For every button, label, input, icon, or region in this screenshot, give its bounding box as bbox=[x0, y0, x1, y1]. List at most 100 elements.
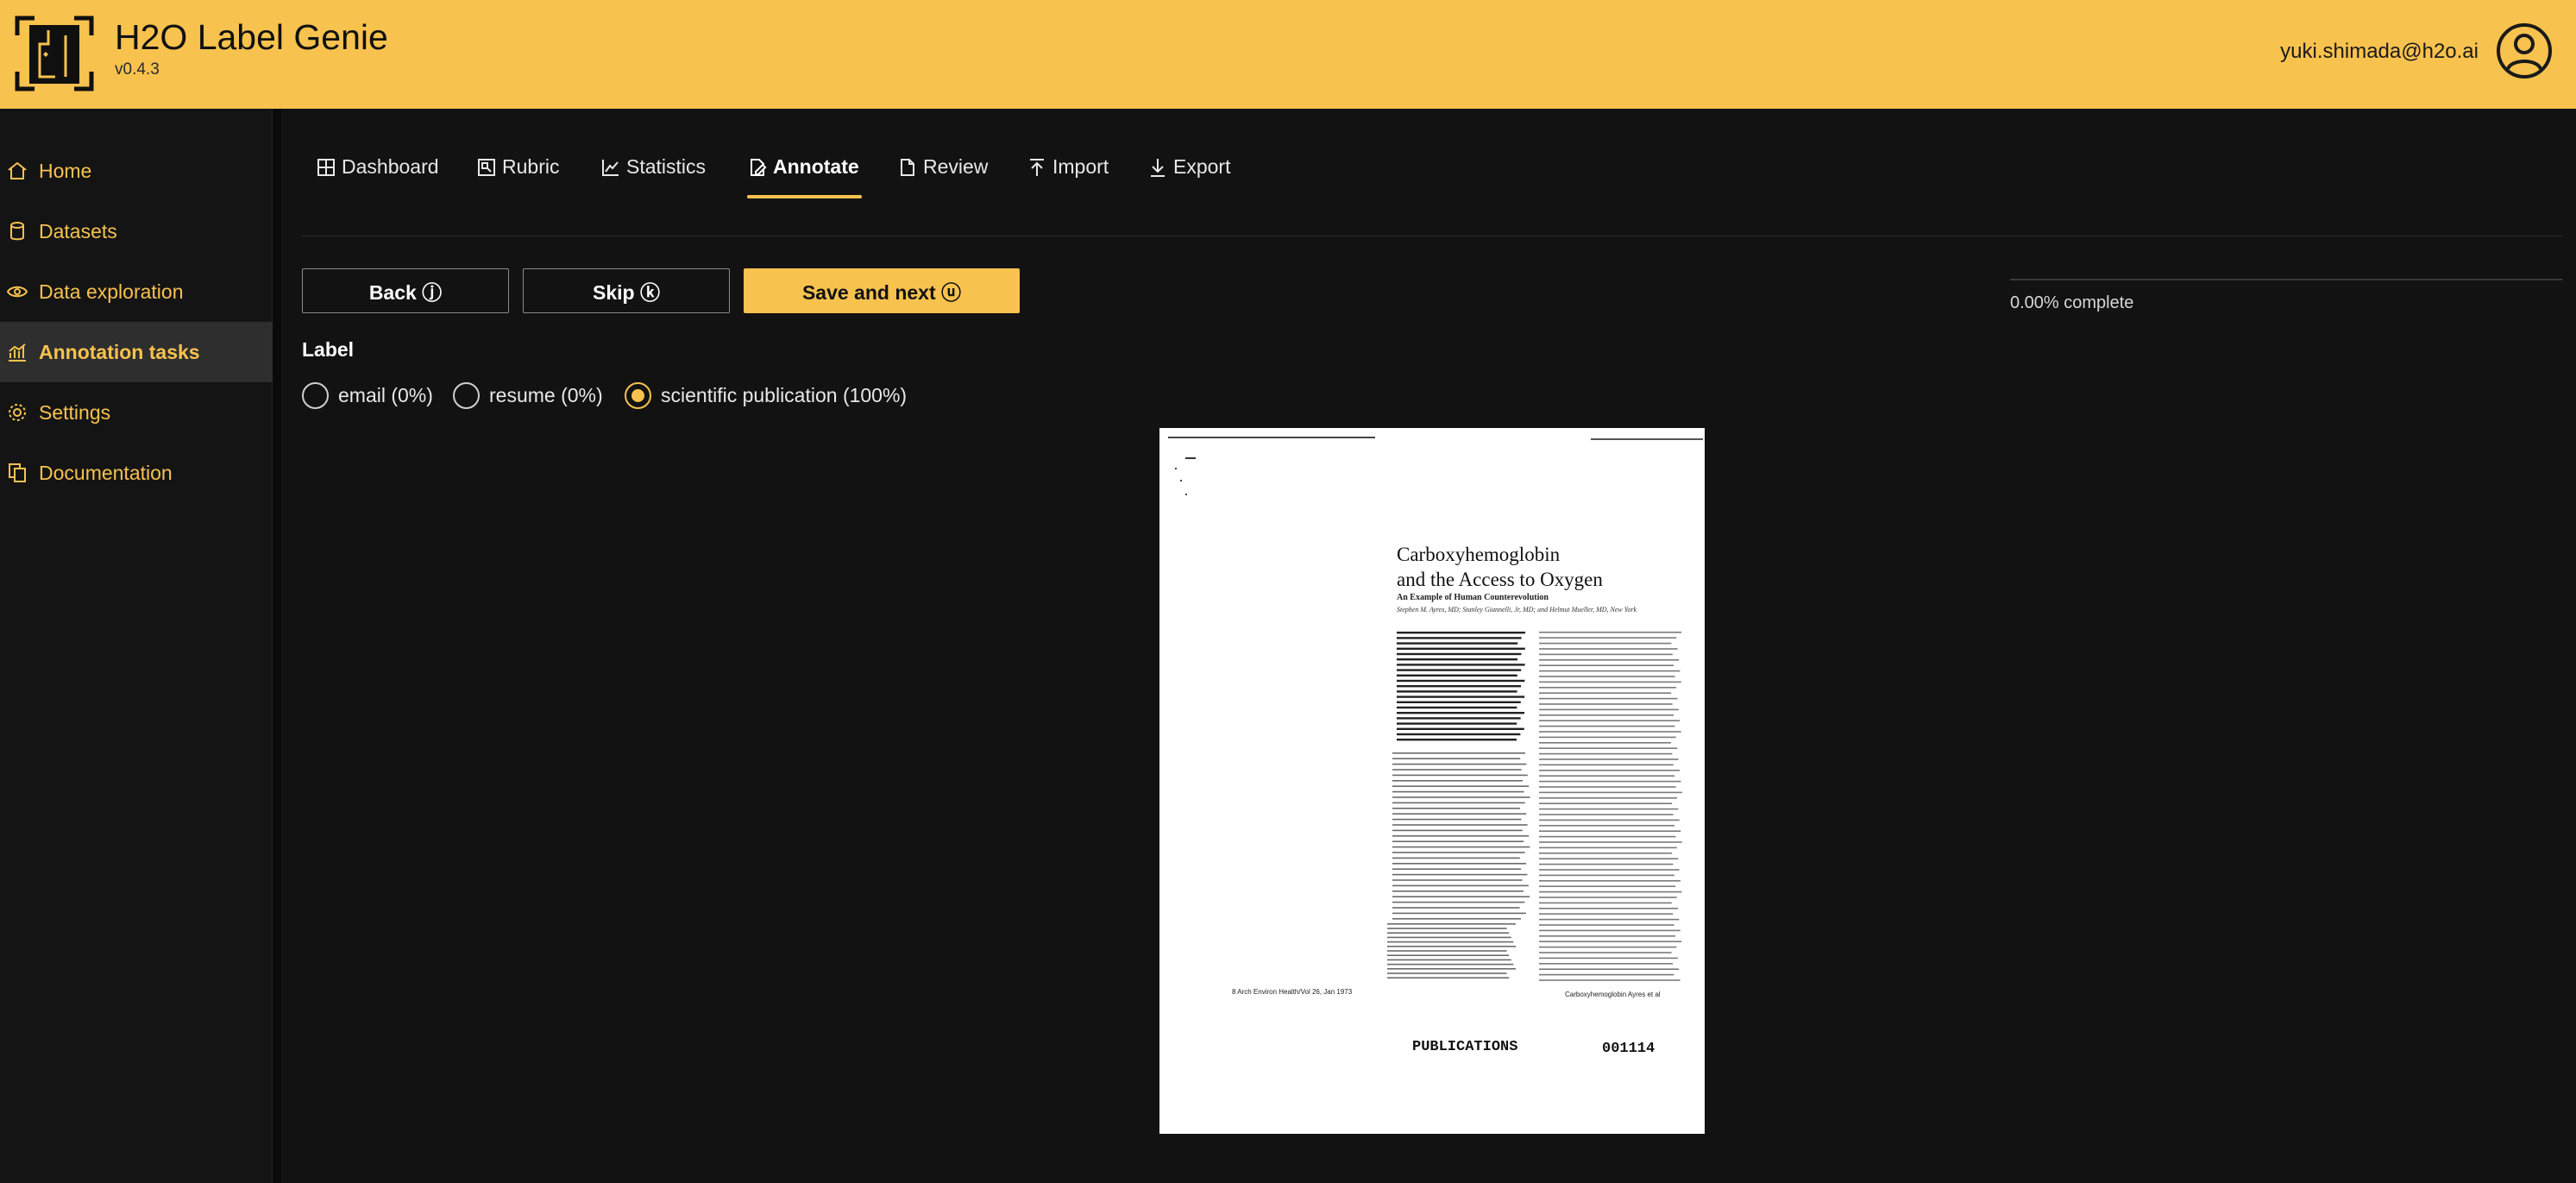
sidebar-item-label: Settings bbox=[39, 400, 111, 424]
save-and-next-button[interactable]: Save and next ⓤ bbox=[744, 268, 1020, 313]
document-text-line bbox=[1539, 648, 1678, 650]
radio-circle[interactable] bbox=[625, 381, 651, 409]
document-text-line bbox=[1392, 802, 1525, 804]
document-text-line bbox=[1387, 928, 1507, 929]
document-text-line bbox=[1392, 769, 1522, 771]
tab-label: Import bbox=[1052, 155, 1109, 178]
document-stamp-publications: PUBLICATIONS bbox=[1412, 1039, 1518, 1055]
skip-button[interactable]: Skip ⓚ bbox=[523, 268, 730, 313]
app-header: H2O Label Genie v0.4.3 yuki.shimada@h2o.… bbox=[0, 0, 2576, 109]
document-text-line bbox=[1539, 897, 1677, 898]
document-text-line bbox=[1392, 890, 1524, 892]
back-button[interactable]: Back ⓙ bbox=[302, 268, 509, 313]
document-text-line bbox=[1397, 695, 1525, 698]
document-text-line bbox=[1539, 731, 1681, 733]
sidebar-item-data-exploration[interactable]: Data exploration bbox=[0, 261, 273, 322]
tab-import[interactable]: Import bbox=[1027, 155, 1109, 200]
document-text-line bbox=[1392, 846, 1530, 848]
document-text-line bbox=[1539, 973, 1674, 976]
radio-resume[interactable]: resume (0%) bbox=[453, 381, 603, 409]
document-text-line bbox=[1539, 764, 1674, 766]
radio-email[interactable]: email (0%) bbox=[302, 381, 433, 409]
document-text-line bbox=[1539, 957, 1678, 960]
document-text-line bbox=[1397, 733, 1521, 736]
gear-icon bbox=[6, 401, 28, 424]
tab-dashboard[interactable]: Dashboard bbox=[316, 155, 439, 200]
tab-rubric[interactable]: Rubric bbox=[476, 155, 559, 200]
document-text-line bbox=[1539, 670, 1681, 672]
progress-bar bbox=[2010, 279, 2562, 280]
sidebar-item-annotation-tasks[interactable]: Annotation tasks bbox=[0, 322, 273, 382]
sidebar-item-settings[interactable]: Settings bbox=[0, 382, 273, 443]
sidebar-item-datasets[interactable]: Datasets bbox=[0, 201, 273, 261]
document-text-line bbox=[1392, 752, 1525, 754]
tab-annotate[interactable]: Annotate bbox=[747, 155, 859, 200]
document-text-line bbox=[1539, 853, 1672, 854]
document-text-line bbox=[1392, 796, 1530, 798]
document-text-line bbox=[1539, 637, 1677, 639]
document-text-line bbox=[1392, 785, 1530, 787]
h2o-logo-icon[interactable] bbox=[14, 15, 95, 92]
document-text-line bbox=[1539, 968, 1680, 970]
document-text-line bbox=[1539, 780, 1681, 783]
radio-label: email (0%) bbox=[338, 383, 433, 406]
database-icon bbox=[6, 220, 28, 242]
document-text-line bbox=[1539, 758, 1679, 760]
documents-icon bbox=[6, 462, 28, 484]
document-text-line bbox=[1397, 652, 1522, 656]
document-text-line bbox=[1392, 852, 1525, 853]
document-text-line bbox=[1392, 873, 1528, 876]
document-text-line bbox=[1387, 972, 1507, 974]
line-chart-icon bbox=[600, 157, 621, 178]
document-text-line bbox=[1392, 912, 1526, 915]
document-text-line bbox=[1392, 835, 1529, 837]
sidebar-item-label: Home bbox=[39, 159, 92, 182]
document-text-line bbox=[1397, 664, 1525, 666]
radio-circle[interactable] bbox=[453, 381, 480, 409]
download-icon bbox=[1147, 157, 1168, 178]
document-text-line bbox=[1392, 901, 1525, 903]
document-text-line bbox=[1397, 739, 1517, 741]
user-avatar-icon[interactable] bbox=[2496, 22, 2553, 79]
sidebar-item-documentation[interactable]: Documentation bbox=[0, 443, 273, 503]
document-text-line bbox=[1397, 712, 1524, 714]
tab-export[interactable]: Export bbox=[1147, 155, 1230, 200]
document-text-line bbox=[1539, 908, 1678, 909]
document-text-line bbox=[1392, 808, 1520, 809]
tab-review[interactable]: Review bbox=[897, 155, 988, 200]
sidebar-item-label: Datasets bbox=[39, 219, 117, 242]
sidebar-item-home[interactable]: Home bbox=[0, 141, 273, 201]
document-text-line bbox=[1392, 813, 1527, 815]
dashboard-icon bbox=[316, 157, 336, 178]
document-text-line bbox=[1539, 720, 1681, 721]
document-text-line bbox=[1387, 963, 1514, 966]
document-text-line bbox=[1392, 863, 1526, 865]
document-text-line bbox=[1539, 863, 1674, 865]
document-text-line bbox=[1539, 770, 1680, 771]
document-text-line bbox=[1397, 679, 1525, 683]
document-text-line bbox=[1539, 846, 1677, 849]
document-text-line bbox=[1392, 868, 1522, 870]
document-text-line bbox=[1392, 829, 1523, 832]
radio-scientific-publication[interactable]: scientific publication (100%) bbox=[625, 381, 907, 409]
sidebar-item-label: Annotation tasks bbox=[39, 340, 200, 363]
document-scan-texture bbox=[1168, 437, 1703, 981]
tab-statistics[interactable]: Statistics bbox=[600, 155, 706, 200]
document-text-line bbox=[1392, 790, 1524, 793]
document-text-line bbox=[1392, 818, 1522, 821]
eye-icon bbox=[6, 280, 28, 303]
document-text-line bbox=[1539, 736, 1676, 739]
document-text-line bbox=[1397, 642, 1518, 645]
document-icon bbox=[897, 157, 918, 178]
document-text-line bbox=[1392, 780, 1523, 782]
radio-circle[interactable] bbox=[302, 381, 329, 409]
document-title-line-2: and the Access to Oxygen bbox=[1397, 569, 1603, 590]
app-title: H2O Label Genie bbox=[115, 17, 388, 57]
tab-label: Export bbox=[1173, 155, 1231, 178]
tab-label: Rubric bbox=[502, 155, 560, 178]
document-text-line bbox=[1392, 758, 1521, 759]
document-stamp-number: 001114 bbox=[1602, 1041, 1656, 1057]
document-text-line bbox=[1397, 632, 1525, 634]
document-text-line bbox=[1539, 885, 1676, 887]
document-text-line bbox=[1397, 674, 1517, 676]
